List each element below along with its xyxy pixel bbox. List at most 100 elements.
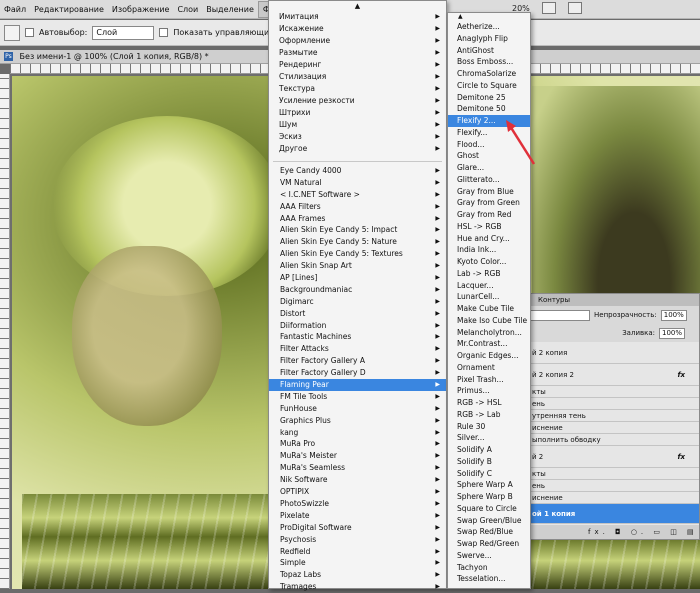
submenu-item[interactable]: Swap Red/Blue	[448, 526, 530, 538]
plugin-menu-item-flaming-pear[interactable]: Flaming Pear ▶	[269, 379, 446, 391]
autoselect-checkbox[interactable]	[25, 28, 34, 37]
submenu-item[interactable]: Tesselation...	[448, 573, 530, 585]
plugin-menu-item[interactable]: OPTIPIX ▶	[269, 486, 446, 498]
fx-icon[interactable]: fx	[677, 364, 685, 385]
submenu-item[interactable]: Organic Edges...	[448, 350, 530, 362]
layer-effect-row[interactable]: ыполнить обводку	[528, 434, 699, 446]
menu-layers[interactable]: Слои	[173, 0, 202, 19]
plugin-menu-item[interactable]: Alien Skin Snap Art ▶	[269, 260, 446, 272]
submenu-item[interactable]: HSL -> RGB	[448, 221, 530, 233]
filter-menu-item[interactable]: Штрихи ▶	[269, 107, 446, 119]
menu-edit[interactable]: Редактирование	[30, 0, 108, 19]
submenu-item[interactable]: Sphere Warp B	[448, 491, 530, 503]
plugin-menu-item[interactable]: Alien Skin Eye Candy 5: Textures ▶	[269, 248, 446, 260]
plugin-menu-item[interactable]: Distort ▶	[269, 308, 446, 320]
submenu-item[interactable]: Melancholytron...	[448, 327, 530, 339]
layer-effect-row[interactable]: ень	[528, 398, 699, 410]
layer-row[interactable]: й 2 копия 2 fx	[528, 364, 699, 386]
filter-menu-item[interactable]: Стилизация ▶	[269, 71, 446, 83]
plugin-menu-item[interactable]: Digimarc ▶	[269, 296, 446, 308]
submenu-item[interactable]: Swap Green/Blue	[448, 515, 530, 527]
submenu-item[interactable]: Square to Circle	[448, 503, 530, 515]
filter-menu-item[interactable]: Другое ▶	[269, 143, 446, 155]
layer-row-selected[interactable]: ой 1 копия	[528, 504, 699, 524]
layer-effect-row[interactable]: кты	[528, 386, 699, 398]
filter-menu-item[interactable]: Имитация ▶	[269, 11, 446, 23]
filter-menu-item[interactable]: Оформление ▶	[269, 35, 446, 47]
layer-effect-row[interactable]: кты	[528, 468, 699, 480]
fill-input[interactable]: 100%	[659, 327, 685, 339]
submenu-item[interactable]: Gray from Blue	[448, 186, 530, 198]
plugin-menu-item[interactable]: Alien Skin Eye Candy 5: Nature ▶	[269, 236, 446, 248]
menu-file[interactable]: Файл	[0, 0, 30, 19]
plugin-menu-item[interactable]: Pixelate ▶	[269, 510, 446, 522]
opacity-input[interactable]: 100%	[660, 309, 687, 321]
submenu-item[interactable]: Solidify C	[448, 468, 530, 480]
submenu-item[interactable]: Gray from Red	[448, 209, 530, 221]
filter-menu-item[interactable]: Рендеринг ▶	[269, 59, 446, 71]
submenu-item[interactable]: Sphere Warp A	[448, 479, 530, 491]
layer-effect-row[interactable]: ень	[528, 480, 699, 492]
scroll-up-icon[interactable]: ▲	[448, 13, 530, 21]
menu-select[interactable]: Выделение	[202, 0, 258, 19]
plugin-menu-item[interactable]: PhotoSwizzle ▶	[269, 498, 446, 510]
submenu-item[interactable]: Rule 30	[448, 421, 530, 433]
plugin-menu-item[interactable]: Psychosis ▶	[269, 534, 446, 546]
plugin-menu-item[interactable]: MuRa's Meister ▶	[269, 450, 446, 462]
submenu-item[interactable]: Solidify B	[448, 456, 530, 468]
plugin-menu-item[interactable]: FunHouse ▶	[269, 403, 446, 415]
submenu-item[interactable]: AntiGhost	[448, 45, 530, 57]
submenu-item[interactable]: Mr.Contrast...	[448, 338, 530, 350]
submenu-item[interactable]: RGB -> Lab	[448, 409, 530, 421]
plugin-menu-item[interactable]: ProDigital Software ▶	[269, 522, 446, 534]
plugin-menu-item[interactable]: Alien Skin Eye Candy 5: Impact ▶	[269, 224, 446, 236]
plugin-menu-item[interactable]: Simple ▶	[269, 557, 446, 569]
plugin-menu-item[interactable]: Topaz Labs ▶	[269, 569, 446, 581]
plugin-menu-item[interactable]: AAA Frames ▶	[269, 213, 446, 225]
submenu-item-flexify-2[interactable]: Flexify 2...	[448, 115, 530, 127]
plugin-menu-item[interactable]: Filter Factory Gallery A ▶	[269, 355, 446, 367]
filter-menu-item[interactable]: Искажение ▶	[269, 23, 446, 35]
plugin-menu-item[interactable]: AP [Lines] ▶	[269, 272, 446, 284]
submenu-item[interactable]: Anaglyph Flip	[448, 33, 530, 45]
plugin-menu-item[interactable]: MuRa's Seamless ▶	[269, 462, 446, 474]
plugin-menu-item[interactable]: Diiformation ▶	[269, 320, 446, 332]
plugin-menu-item[interactable]: < I.C.NET Software > ▶	[269, 189, 446, 201]
filter-menu-item[interactable]: Размытие ▶	[269, 47, 446, 59]
filter-menu-item[interactable]: Эскиз ▶	[269, 131, 446, 143]
submenu-item[interactable]: Ornament	[448, 362, 530, 374]
plugin-menu-item[interactable]: Fantastic Machines ▶	[269, 331, 446, 343]
vertical-ruler[interactable]	[0, 74, 10, 589]
submenu-item[interactable]: Ghost	[448, 150, 530, 162]
plugin-menu-item[interactable]: Backgroundmaniac ▶	[269, 284, 446, 296]
submenu-item[interactable]: RGB -> HSL	[448, 397, 530, 409]
filter-menu-item[interactable]: Усиление резкости ▶	[269, 95, 446, 107]
submenu-item[interactable]: Circle to Square	[448, 80, 530, 92]
blend-mode-dropdown[interactable]	[530, 309, 590, 321]
layer-row[interactable]: й 2 копия	[528, 342, 699, 364]
submenu-item[interactable]: Aetherize...	[448, 21, 530, 33]
plugin-menu-item[interactable]: Graphics Plus ▶	[269, 415, 446, 427]
submenu-item[interactable]: Swerve...	[448, 550, 530, 562]
submenu-item[interactable]: Hue and Cry...	[448, 233, 530, 245]
screen-mode-icon[interactable]	[541, 2, 556, 14]
arrange-icon[interactable]	[567, 2, 582, 14]
scroll-up-icon[interactable]: ▲	[269, 1, 446, 11]
move-tool-icon[interactable]	[4, 24, 20, 41]
plugin-menu-item[interactable]: AAA Filters ▶	[269, 201, 446, 213]
submenu-item[interactable]: ChromaSolarize	[448, 68, 530, 80]
submenu-item[interactable]: Make Iso Cube Tile	[448, 315, 530, 327]
plugin-menu-item[interactable]: FM Tile Tools ▶	[269, 391, 446, 403]
menu-image[interactable]: Изображение	[108, 0, 174, 19]
submenu-item[interactable]: Swap Red/Green	[448, 538, 530, 550]
submenu-item[interactable]: Flood...	[448, 139, 530, 151]
plugin-menu-item[interactable]: Redfield ▶	[269, 546, 446, 558]
plugin-menu-item[interactable]: Tramages ▶	[269, 581, 446, 593]
submenu-item[interactable]: Tachyon	[448, 562, 530, 574]
submenu-item[interactable]: Lab -> RGB	[448, 268, 530, 280]
submenu-item[interactable]: Glitterato...	[448, 174, 530, 186]
layer-effect-row[interactable]: иснение	[528, 422, 699, 434]
plugin-menu-item[interactable]: MuRa Pro ▶	[269, 438, 446, 450]
submenu-item[interactable]: India Ink...	[448, 244, 530, 256]
submenu-item[interactable]: Demitone 50	[448, 103, 530, 115]
